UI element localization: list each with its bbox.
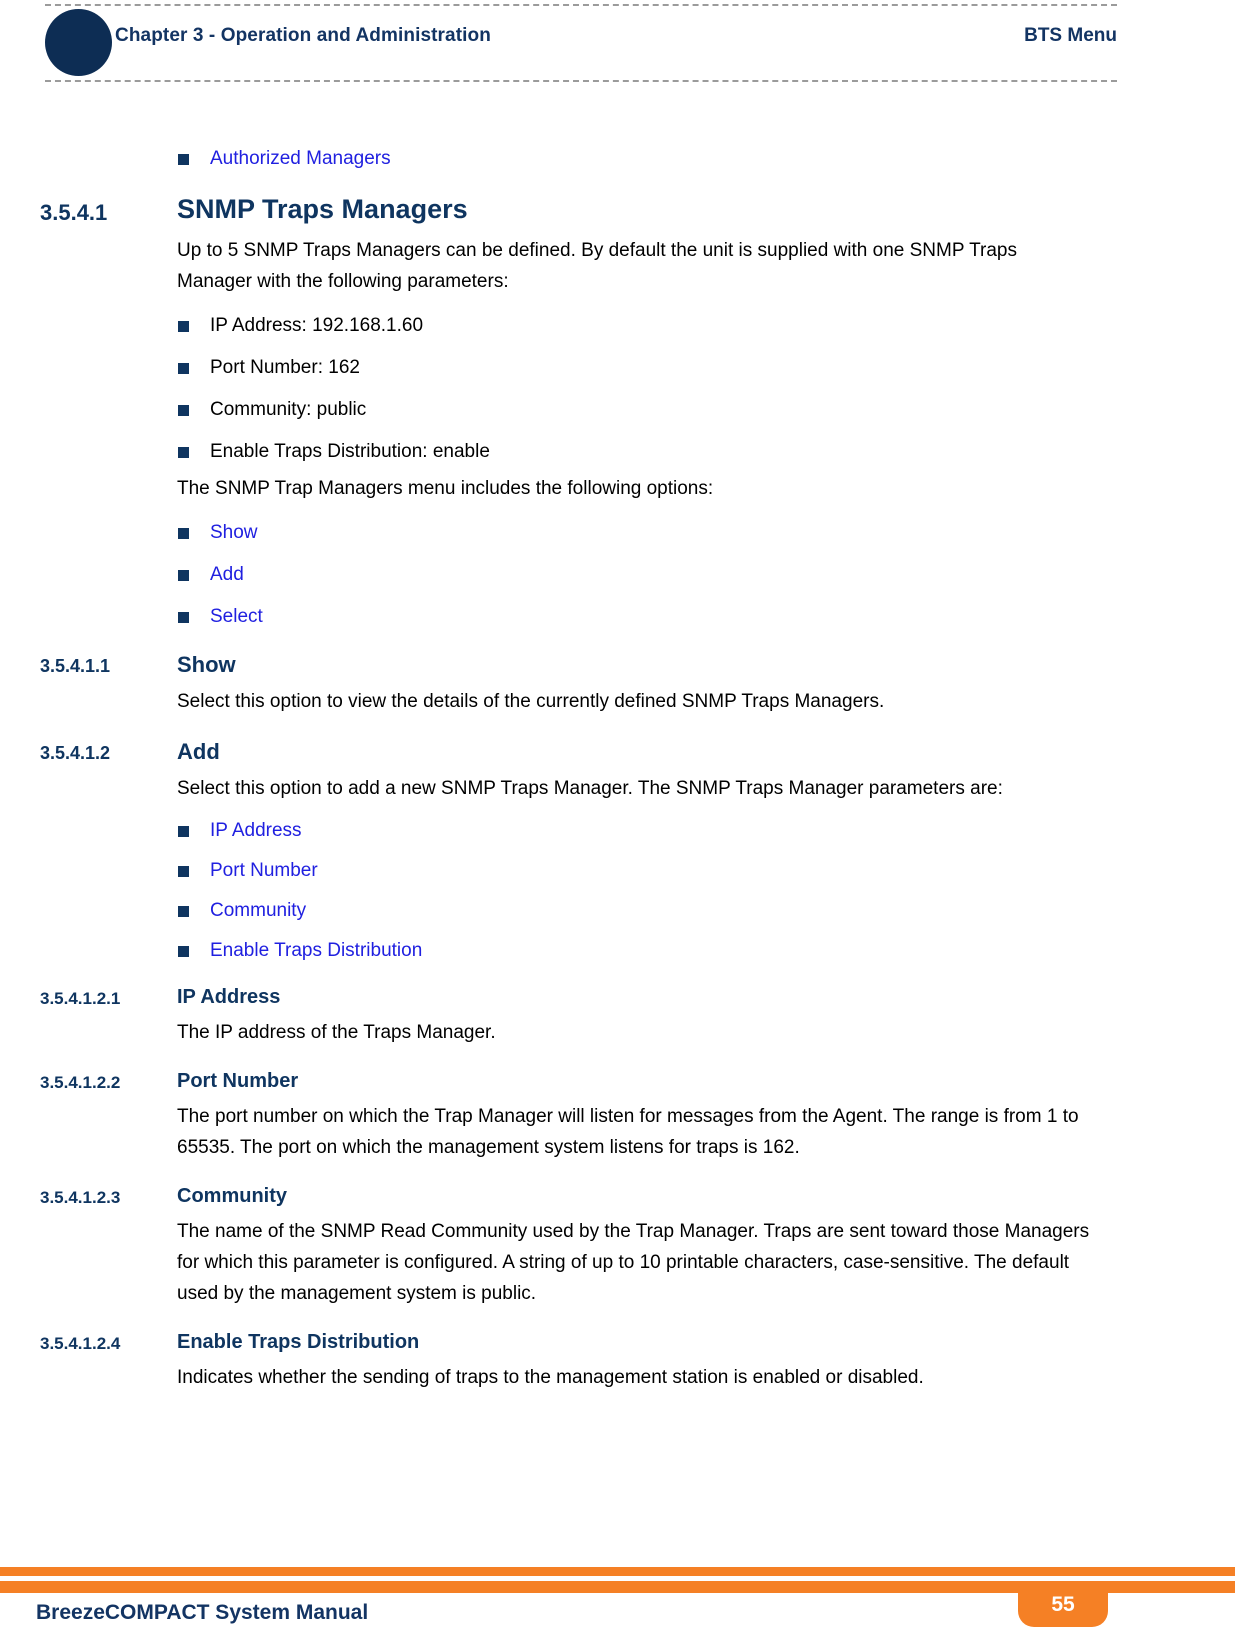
bullet-square-icon bbox=[178, 363, 189, 374]
section-snmp-traps-managers: 3.5.4.1 SNMP Traps Managers Up to 5 SNMP… bbox=[0, 194, 1235, 630]
heading-3-5-4-1-2-2: 3.5.4.1.2.2 Port Number bbox=[0, 1070, 1235, 1093]
heading-number: 3.5.4.1.2.4 bbox=[40, 1334, 121, 1353]
paragraph-menu-options: The SNMP Trap Managers menu includes the… bbox=[177, 478, 714, 499]
bullet-square-icon bbox=[178, 570, 189, 581]
bullet-square-icon bbox=[178, 405, 189, 416]
list-item: Port Number: 162 bbox=[0, 355, 1235, 381]
section-port-number: 3.5.4.1.2.2 Port Number The port number … bbox=[0, 1070, 1235, 1163]
page-footer: BreezeCOMPACT System Manual 55 bbox=[0, 1559, 1235, 1639]
list-default-parameters: IP Address: 192.168.1.60 Port Number: 16… bbox=[0, 313, 1235, 465]
list-item-authorized-managers[interactable]: Authorized Managers bbox=[0, 90, 1235, 172]
paragraph-enable-traps-distribution: Indicates whether the sending of traps t… bbox=[177, 1367, 924, 1388]
heading-title: SNMP Traps Managers bbox=[177, 194, 468, 224]
list-item[interactable]: Community bbox=[0, 898, 1235, 924]
header-top-divider bbox=[45, 4, 1117, 6]
heading-title: IP Address bbox=[177, 986, 281, 1008]
page-content: Authorized Managers 3.5.4.1 SNMP Traps M… bbox=[0, 90, 1235, 1393]
list-item: Enable Traps Distribution: enable bbox=[0, 439, 1235, 465]
link-add[interactable]: Add bbox=[210, 564, 244, 585]
heading-title: Show bbox=[177, 652, 236, 677]
paragraph-community: The name of the SNMP Read Community used… bbox=[177, 1221, 1090, 1304]
link-ip-address[interactable]: IP Address bbox=[210, 820, 302, 841]
heading-3-5-4-1-2-1: 3.5.4.1.2.1 IP Address bbox=[0, 986, 1235, 1009]
list-item-label: Enable Traps Distribution: enable bbox=[210, 441, 490, 462]
link-enable-traps-distribution[interactable]: Enable Traps Distribution bbox=[210, 940, 422, 961]
link-select[interactable]: Select bbox=[210, 606, 263, 627]
header-bottom-divider bbox=[45, 80, 1117, 82]
footer-manual-title: BreezeCOMPACT System Manual bbox=[36, 1601, 369, 1624]
section-enable-traps-distribution: 3.5.4.1.2.4 Enable Traps Distribution In… bbox=[0, 1331, 1235, 1393]
heading-title: Enable Traps Distribution bbox=[177, 1331, 420, 1353]
list-item: IP Address: 192.168.1.60 bbox=[0, 313, 1235, 339]
heading-3-5-4-1-2-4: 3.5.4.1.2.4 Enable Traps Distribution bbox=[0, 1331, 1235, 1354]
list-item[interactable]: Port Number bbox=[0, 858, 1235, 884]
section-show: 3.5.4.1.1 Show Select this option to vie… bbox=[0, 652, 1235, 717]
heading-number: 3.5.4.1.2 bbox=[40, 743, 111, 763]
page-number: 55 bbox=[1051, 1593, 1075, 1616]
heading-title: Community bbox=[177, 1185, 287, 1207]
paragraph-port-number: The port number on which the Trap Manage… bbox=[177, 1106, 1079, 1158]
paragraph-snmp-intro: Up to 5 SNMP Traps Managers can be defin… bbox=[177, 240, 1017, 292]
list-item-label: IP Address: 192.168.1.60 bbox=[210, 315, 424, 336]
bullet-square-icon bbox=[178, 528, 189, 539]
list-item[interactable]: Add bbox=[0, 562, 1235, 588]
heading-3-5-4-1-2-3: 3.5.4.1.2.3 Community bbox=[0, 1185, 1235, 1208]
section-add: 3.5.4.1.2 Add Select this option to add … bbox=[0, 739, 1235, 964]
paragraph-show: Select this option to view the details o… bbox=[177, 691, 885, 712]
bullet-square-icon bbox=[178, 866, 189, 877]
bullet-square-icon bbox=[178, 154, 189, 165]
bullet-square-icon bbox=[178, 826, 189, 837]
link-authorized-managers[interactable]: Authorized Managers bbox=[210, 148, 391, 169]
page-number-tab: 55 bbox=[1018, 1581, 1108, 1627]
heading-number: 3.5.4.1.2.1 bbox=[40, 989, 121, 1008]
paragraph-add: Select this option to add a new SNMP Tra… bbox=[177, 778, 1003, 799]
heading-3-5-4-1-2: 3.5.4.1.2 Add bbox=[0, 739, 1235, 765]
footer-bar-upper bbox=[0, 1567, 1235, 1576]
heading-3-5-4-1-1: 3.5.4.1.1 Show bbox=[0, 652, 1235, 678]
list-add-parameters: IP Address Port Number Community Enable … bbox=[0, 818, 1235, 964]
bullet-square-icon bbox=[178, 946, 189, 957]
heading-title: Add bbox=[177, 739, 220, 764]
paragraph-ip-address: The IP address of the Traps Manager. bbox=[177, 1022, 496, 1043]
bullet-square-icon bbox=[178, 612, 189, 623]
heading-number: 3.5.4.1 bbox=[40, 200, 108, 225]
list-item: Community: public bbox=[0, 397, 1235, 423]
section-community: 3.5.4.1.2.3 Community The name of the SN… bbox=[0, 1185, 1235, 1309]
header-section-title: BTS Menu bbox=[1024, 25, 1117, 46]
heading-number: 3.5.4.1.1 bbox=[40, 656, 111, 676]
link-show[interactable]: Show bbox=[210, 522, 258, 543]
list-item-label: Port Number: 162 bbox=[210, 357, 360, 378]
heading-3-5-4-1: 3.5.4.1 SNMP Traps Managers bbox=[0, 194, 1235, 225]
heading-number: 3.5.4.1.2.2 bbox=[40, 1073, 121, 1092]
list-item[interactable]: Show bbox=[0, 520, 1235, 546]
list-item[interactable]: IP Address bbox=[0, 818, 1235, 844]
list-menu-options: Show Add Select bbox=[0, 520, 1235, 630]
bullet-square-icon bbox=[178, 321, 189, 332]
bullet-square-icon bbox=[178, 906, 189, 917]
list-item[interactable]: Select bbox=[0, 604, 1235, 630]
list-item-label: Community: public bbox=[210, 399, 367, 420]
heading-title: Port Number bbox=[177, 1070, 299, 1092]
page-header: Chapter 3 - Operation and Administration… bbox=[0, 0, 1235, 90]
bullet-square-icon bbox=[178, 447, 189, 458]
list-item[interactable]: Enable Traps Distribution bbox=[0, 938, 1235, 964]
heading-number: 3.5.4.1.2.3 bbox=[40, 1188, 121, 1207]
link-community[interactable]: Community bbox=[210, 900, 306, 921]
link-port-number[interactable]: Port Number bbox=[210, 860, 318, 881]
section-ip-address: 3.5.4.1.2.1 IP Address The IP address of… bbox=[0, 986, 1235, 1048]
